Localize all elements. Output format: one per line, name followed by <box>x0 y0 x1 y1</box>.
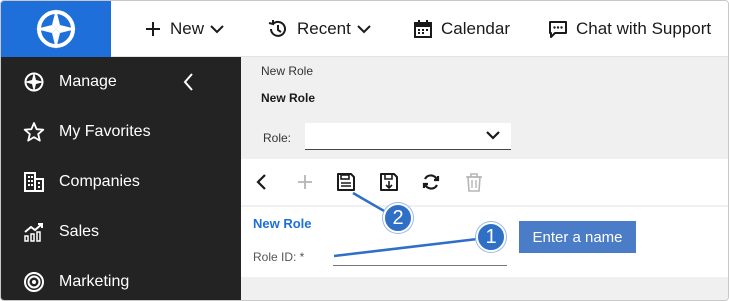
page-title: New Role <box>261 91 316 105</box>
chevron-down-icon <box>357 25 371 34</box>
recent-menu-label: Recent <box>297 19 351 38</box>
sidebar-item-manage[interactable]: Manage <box>1 57 241 107</box>
new-menu-label: New <box>170 19 205 38</box>
chat-support-button[interactable]: Chat with Support <box>548 1 711 57</box>
role-form: New Role Role ID: * <box>241 207 728 277</box>
compass-icon <box>23 71 45 93</box>
history-icon <box>268 20 286 37</box>
app-window: New Recent Calendar Chat with Support Ma… <box>0 0 729 301</box>
role-id-label: Role ID: * <box>253 250 305 264</box>
save-close-icon[interactable] <box>378 171 400 193</box>
sidebar-item-label: Marketing <box>59 273 130 290</box>
chat-icon <box>549 21 567 38</box>
recent-menu-button[interactable]: Recent <box>267 1 371 57</box>
sidebar: Manage My Favorites Companies Sales Mark… <box>1 57 241 300</box>
role-id-input[interactable] <box>333 243 507 266</box>
sidebar-item-label: My Favorites <box>59 123 151 140</box>
role-filter-label: Role: <box>263 131 292 145</box>
collapse-sidebar-icon[interactable] <box>179 71 199 93</box>
sidebar-item-label: Sales <box>59 223 100 240</box>
sidebar-item-sales[interactable]: Sales <box>1 207 241 257</box>
calendar-label: Calendar <box>441 19 510 38</box>
refresh-icon[interactable] <box>420 171 442 193</box>
sidebar-item-companies[interactable]: Companies <box>1 157 241 207</box>
form-title: New Role <box>253 216 312 231</box>
star-icon <box>23 121 45 143</box>
add-icon[interactable] <box>294 171 316 193</box>
sidebar-item-my-favorites[interactable]: My Favorites <box>1 107 241 157</box>
sidebar-item-label: Companies <box>59 173 140 190</box>
chat-support-label: Chat with Support <box>576 19 712 38</box>
calendar-icon <box>414 20 432 38</box>
plus-icon <box>146 22 160 36</box>
chart-icon <box>23 221 45 243</box>
role-filter-select[interactable] <box>305 123 511 150</box>
breadcrumb[interactable]: New Role <box>261 64 313 78</box>
delete-icon[interactable] <box>463 171 485 193</box>
record-toolbar <box>241 159 728 205</box>
sidebar-item-marketing[interactable]: Marketing <box>1 257 241 300</box>
save-icon[interactable] <box>335 171 357 193</box>
compass-logo-icon <box>36 9 76 49</box>
building-icon <box>23 171 45 193</box>
calendar-button[interactable]: Calendar <box>413 1 510 57</box>
app-logo[interactable] <box>1 1 111 57</box>
back-icon[interactable] <box>251 171 273 193</box>
sidebar-item-label: Manage <box>59 73 117 90</box>
main-content: New Role New Role Role: New Role Role ID… <box>241 57 728 300</box>
chevron-down-icon <box>486 131 500 140</box>
new-menu-button[interactable]: New <box>144 1 224 57</box>
top-bar: New Recent Calendar Chat with Support <box>1 1 728 57</box>
target-icon <box>23 271 45 293</box>
chevron-down-icon <box>210 25 224 34</box>
